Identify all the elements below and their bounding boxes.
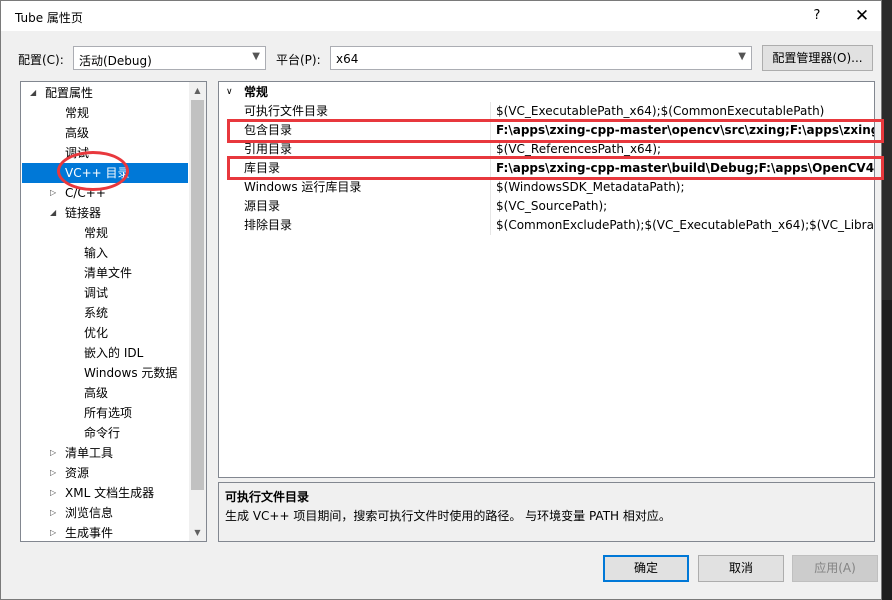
tree-item-label: 生成事件 — [65, 526, 114, 540]
tree-item-label: 嵌入的 IDL — [84, 346, 144, 360]
scroll-up-icon[interactable]: ▲ — [189, 82, 206, 99]
tree-item-label: 资源 — [65, 466, 90, 480]
tree-item[interactable]: 优化 — [21, 323, 188, 343]
collapsed-arrow-icon[interactable]: ▷ — [50, 463, 56, 483]
property-value[interactable]: $(VC_SourcePath); — [496, 197, 607, 216]
tree-item-label: Windows 元数据 — [84, 366, 178, 380]
collapsed-arrow-icon[interactable]: ▷ — [50, 523, 56, 541]
tree-item[interactable]: 清单文件 — [21, 263, 188, 283]
description-title: 可执行文件目录 — [225, 490, 310, 504]
tree-item-label: 高级 — [65, 126, 90, 140]
tree-item-label: 高级 — [84, 386, 109, 400]
property-row[interactable]: 源目录 $(VC_SourcePath); — [219, 197, 874, 216]
tree-item[interactable]: 所有选项 — [21, 403, 188, 423]
tree-item-label: 所有选项 — [84, 406, 133, 420]
collapsed-arrow-icon[interactable]: ▷ — [50, 443, 56, 463]
tree-item[interactable]: ▷ 浏览信息 — [21, 503, 188, 523]
tree-item-label: 浏览信息 — [65, 506, 114, 520]
apply-button[interactable]: 应用(A) — [792, 555, 878, 582]
tree-item[interactable]: ◢ 配置属性 — [21, 83, 188, 103]
property-tree: ◢ 配置属性 常规 高级 调试 VC++ 目录 ▷ C/C++ ◢ 链接器 常规 输入 清单文件 调试 系统… — [20, 81, 207, 542]
tree-item[interactable]: Windows 元数据 — [21, 363, 188, 383]
tree-item-label: 清单工具 — [65, 446, 114, 460]
tree-item[interactable]: 常规 — [21, 103, 188, 123]
config-select[interactable]: 活动(Debug) ▼ — [73, 46, 266, 70]
chevron-down-icon: ▼ — [252, 51, 260, 62]
platform-select-value: x64 — [336, 52, 359, 66]
expanded-arrow-icon[interactable]: ◢ — [30, 83, 36, 103]
property-value[interactable]: $(CommonExcludePath);$(VC_ExecutablePath… — [496, 216, 874, 235]
property-name: 源目录 — [244, 199, 281, 213]
annotation-box-library-dirs — [227, 156, 884, 180]
config-select-value: 活动(Debug) — [79, 54, 152, 68]
tree-item[interactable]: ◢ 链接器 — [21, 203, 188, 223]
tree-item[interactable]: ▷ 资源 — [21, 463, 188, 483]
tree-item-label: 配置属性 — [45, 86, 94, 100]
background-editor-edge — [882, 300, 892, 600]
tree-item[interactable]: 系统 — [21, 303, 188, 323]
help-button[interactable]: ? — [801, 4, 833, 28]
close-button[interactable]: ✕ — [843, 4, 881, 28]
description-panel: 可执行文件目录 生成 VC++ 项目期间，搜索可执行文件时使用的路径。 与环境变… — [218, 482, 875, 542]
config-manager-button[interactable]: 配置管理器(O)... — [762, 45, 873, 71]
tree-item[interactable]: 常规 — [21, 223, 188, 243]
tree-item-label: XML 文档生成器 — [65, 486, 155, 500]
platform-label: 平台(P): — [276, 53, 321, 67]
tree-item[interactable]: ▷ XML 文档生成器 — [21, 483, 188, 503]
grid-section-header[interactable]: ∨ 常规 — [219, 82, 874, 102]
config-label: 配置(C): — [18, 53, 64, 67]
tree-scrollbar[interactable]: ▲ ▼ — [189, 82, 206, 541]
ok-button[interactable]: 确定 — [603, 555, 689, 582]
collapsed-arrow-icon[interactable]: ▷ — [50, 503, 56, 523]
cancel-button[interactable]: 取消 — [698, 555, 784, 582]
property-name: Windows 运行库目录 — [244, 180, 362, 194]
chevron-down-icon: ▼ — [738, 51, 746, 62]
property-name: 排除目录 — [244, 218, 293, 232]
tree-item-label: 清单文件 — [84, 266, 133, 280]
tree-item-label: 调试 — [84, 286, 109, 300]
property-pages-dialog: Tube 属性页 ? ✕ 配置(C): 活动(Debug) ▼ 平台(P): x… — [0, 0, 884, 600]
annotation-circle-vc-directories — [57, 151, 129, 191]
section-name: 常规 — [244, 85, 269, 99]
tree-item[interactable]: 调试 — [21, 283, 188, 303]
tree-item[interactable]: 高级 — [21, 383, 188, 403]
tree-item-label: 命令行 — [84, 426, 121, 440]
tree-item[interactable]: 嵌入的 IDL — [21, 343, 188, 363]
tree-item-label: 常规 — [84, 226, 109, 240]
tree-item-label: 链接器 — [65, 206, 102, 220]
collapsed-arrow-icon[interactable]: ▷ — [50, 483, 56, 503]
collapsed-arrow-icon[interactable]: ▷ — [50, 183, 56, 203]
property-row[interactable]: 排除目录 $(CommonExcludePath);$(VC_Executable… — [219, 216, 874, 235]
description-text: 生成 VC++ 项目期间，搜索可执行文件时使用的路径。 与环境变量 PATH 相… — [225, 509, 671, 523]
tree-item-label: 系统 — [84, 306, 109, 320]
chevron-down-icon[interactable]: ∨ — [226, 82, 233, 102]
tree-item[interactable]: ▷ 生成事件 — [21, 523, 188, 541]
scroll-thumb[interactable] — [191, 100, 204, 490]
tree-item-label: 常规 — [65, 106, 90, 120]
tree-item-label: 优化 — [84, 326, 109, 340]
tree-item-label: 输入 — [84, 246, 109, 260]
tree-item[interactable]: 高级 — [21, 123, 188, 143]
platform-select[interactable]: x64 ▼ — [330, 46, 752, 70]
tree-item[interactable]: 输入 — [21, 243, 188, 263]
expanded-arrow-icon[interactable]: ◢ — [50, 203, 56, 223]
window-title: Tube 属性页 — [15, 11, 83, 25]
property-value[interactable]: $(WindowsSDK_MetadataPath); — [496, 178, 685, 197]
tree-item[interactable]: ▷ 清单工具 — [21, 443, 188, 463]
property-row[interactable]: Windows 运行库目录 $(WindowsSDK_MetadataPath); — [219, 178, 874, 197]
annotation-box-include-dirs — [227, 119, 884, 143]
title-bar: Tube 属性页 ? ✕ — [1, 1, 881, 31]
scroll-down-icon[interactable]: ▼ — [189, 524, 206, 541]
tree-item[interactable]: 命令行 — [21, 423, 188, 443]
